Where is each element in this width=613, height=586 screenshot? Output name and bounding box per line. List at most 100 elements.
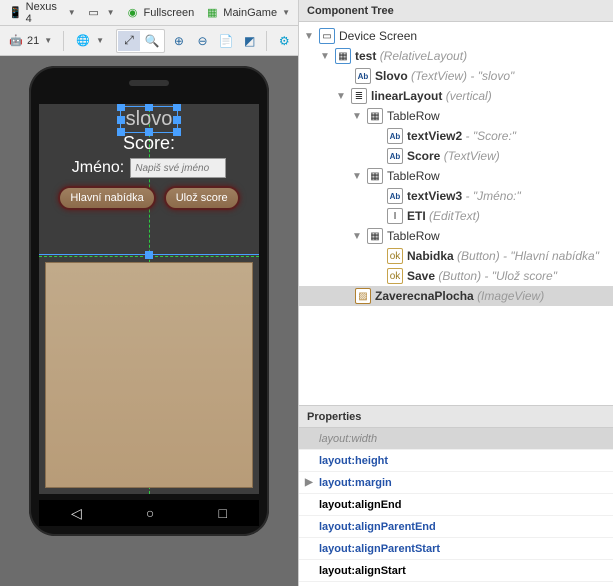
chevron-down-icon: ▼ — [282, 8, 290, 17]
expand-icon[interactable]: ▼ — [351, 231, 363, 242]
tree-label: test (RelativeLayout) — [355, 49, 467, 63]
zoom-in-button[interactable]: ⊕ — [169, 31, 189, 51]
theme-icon: ◉ — [125, 5, 141, 21]
api-selector[interactable]: 🤖 21 ▼ — [4, 31, 56, 51]
tree-label: Score (TextView) — [407, 149, 500, 163]
textview-score[interactable]: Score: — [123, 133, 175, 154]
tree-node-nabidka[interactable]: ok Nabidka (Button)Hlavní nabídka — [299, 246, 613, 266]
property-row-layout-height[interactable]: layout:height — [299, 450, 613, 472]
theme-selector[interactable]: ◉ Fullscreen — [121, 3, 199, 23]
tree-node-zaverecna[interactable]: ▨ ZaverecnaPlocha (ImageView) — [299, 286, 613, 306]
tree-node-tablerow-3[interactable]: ▼ ▦ TableRow — [299, 226, 613, 246]
api-label: 21 — [27, 35, 39, 47]
zoom-mode-group: ⤢ 🔍 — [116, 29, 165, 53]
expand-icon[interactable]: ▼ — [303, 31, 315, 42]
tree-node-textview3[interactable]: Ab textView3Jméno: — [299, 186, 613, 206]
device-icon: ▭ — [319, 28, 335, 44]
imageview-icon: ▨ — [355, 288, 371, 304]
android-icon: 🤖 — [8, 33, 24, 49]
property-row-align-parent-start[interactable]: layout:alignParentStart — [299, 538, 613, 560]
tree-label: linearLayout (vertical) — [371, 89, 492, 103]
edittext-jmeno[interactable] — [130, 158, 226, 178]
theme-label: Fullscreen — [144, 7, 195, 19]
button-icon: ok — [387, 248, 403, 264]
row-buttons: Hlavní nabídka Ulož score — [58, 186, 239, 210]
tree-node-textview2[interactable]: Ab textView2Score: — [299, 126, 613, 146]
textview-icon: Ab — [355, 68, 371, 84]
device-selector[interactable]: 📱 Nexus 4 ▼ — [4, 0, 80, 27]
tree-label: textView2Score: — [407, 129, 516, 143]
tablerow-icon: ▦ — [367, 108, 383, 124]
preview-toolbar-2: 🤖 21 ▼ 🌐 ▼ ⤢ 🔍 ⊕ ⊖ 📄 ◩ ⚙ — [0, 26, 298, 56]
property-row-layout-margin[interactable]: ▶layout:margin — [299, 472, 613, 494]
layout-icon: ▦ — [335, 48, 351, 64]
properties-header: Properties — [299, 406, 613, 428]
zoom-out-button[interactable]: ⊖ — [193, 31, 213, 51]
chevron-down-icon: ▼ — [96, 36, 104, 45]
right-pane: Component Tree ▼ ▭ Device Screen ▼ ▦ tes… — [299, 0, 613, 586]
device-frame: slovo Score: Jméno: Hlavní nabídka Ulož … — [29, 66, 269, 536]
tree-node-eti[interactable]: I ETI (EditText) — [299, 206, 613, 226]
zoom-fit-button[interactable]: ⤢ — [118, 31, 140, 51]
button-save[interactable]: Ulož score — [164, 186, 240, 210]
tree-node-tablerow-1[interactable]: ▼ ▦ TableRow — [299, 106, 613, 126]
activity-label: MainGame — [223, 7, 277, 19]
preview-canvas[interactable]: slovo Score: Jméno: Hlavní nabídka Ulož … — [0, 56, 298, 586]
locale-selector[interactable]: 🌐 ▼ — [71, 31, 108, 51]
expand-icon[interactable]: ▼ — [351, 111, 363, 122]
chevron-down-icon: ▼ — [68, 8, 76, 17]
tree-label: Device Screen — [339, 29, 417, 43]
screenshot-button[interactable]: ◩ — [240, 31, 260, 51]
layout-content: slovo Score: Jméno: Hlavní nabídka Ulož … — [39, 108, 259, 210]
activity-selector[interactable]: ▦ MainGame ▼ — [200, 3, 294, 23]
button-nabidka[interactable]: Hlavní nabídka — [58, 186, 155, 210]
tablerow-icon: ▦ — [367, 168, 383, 184]
edittext-icon: I — [387, 208, 403, 224]
tree-node-score[interactable]: Ab Score (TextView) — [299, 146, 613, 166]
nav-home-icon: ○ — [146, 505, 154, 521]
expand-icon[interactable]: ▶ — [305, 477, 313, 488]
tree-node-test[interactable]: ▼ ▦ test (RelativeLayout) — [299, 46, 613, 66]
device-screen-area: slovo Score: Jméno: Hlavní nabídka Ulož … — [39, 104, 259, 494]
property-row-layout-width[interactable]: layout:width — [299, 428, 613, 450]
settings-button[interactable]: ⚙ — [274, 31, 294, 51]
button-icon: ok — [387, 268, 403, 284]
selection-outline — [120, 106, 179, 133]
globe-icon: 🌐 — [75, 33, 91, 49]
divider — [63, 31, 64, 51]
activity-icon: ▦ — [204, 5, 220, 21]
tree-node-save[interactable]: ok Save (Button)Ulož score — [299, 266, 613, 286]
expand-icon[interactable]: ▼ — [351, 171, 363, 182]
property-row-align-parent-end[interactable]: layout:alignParentEnd — [299, 516, 613, 538]
label-jmeno[interactable]: Jméno: — [72, 159, 124, 177]
properties-list[interactable]: layout:width layout:height ▶layout:margi… — [299, 428, 613, 586]
preview-toolbar-1: 📱 Nexus 4 ▼ ▭ ▼ ◉ Fullscreen ▦ MainGame … — [0, 0, 298, 26]
refresh-button[interactable]: 📄 — [216, 31, 236, 51]
tree-label: textView3Jméno: — [407, 189, 521, 203]
textview-slovo[interactable]: slovo — [126, 108, 173, 131]
properties-panel: Properties layout:width layout:height ▶l… — [299, 406, 613, 586]
property-row-align-end[interactable]: layout:alignEnd — [299, 494, 613, 516]
expand-icon[interactable]: ▼ — [335, 91, 347, 102]
component-tree[interactable]: ▼ ▭ Device Screen ▼ ▦ test (RelativeLayo… — [299, 22, 613, 310]
property-row-align-start[interactable]: layout:alignStart — [299, 560, 613, 582]
textview-icon: Ab — [387, 188, 403, 204]
tree-node-linearlayout[interactable]: ▼ ≣ linearLayout (vertical) — [299, 86, 613, 106]
tree-node-device-screen[interactable]: ▼ ▭ Device Screen — [299, 26, 613, 46]
tree-label: ETI (EditText) — [407, 209, 480, 223]
linearlayout-icon: ≣ — [351, 88, 367, 104]
textview-icon: Ab — [387, 148, 403, 164]
expand-icon[interactable]: ▼ — [319, 51, 331, 62]
tree-label: TableRow — [387, 109, 440, 123]
orientation-selector[interactable]: ▭ ▼ — [82, 3, 119, 23]
chevron-down-icon: ▼ — [107, 8, 115, 17]
tree-node-tablerow-2[interactable]: ▼ ▦ TableRow — [299, 166, 613, 186]
device-nav-bar: ◁ ○ □ — [39, 500, 259, 526]
divider — [266, 31, 267, 51]
tree-label: TableRow — [387, 169, 440, 183]
tree-node-slovo[interactable]: Ab Slovo (TextView)slovo — [299, 66, 613, 86]
component-tree-header: Component Tree — [299, 0, 613, 22]
tree-label: Slovo (TextView)slovo — [375, 69, 514, 83]
tree-label: Save (Button)Ulož score — [407, 269, 557, 283]
zoom-actual-button[interactable]: 🔍 — [141, 31, 163, 51]
